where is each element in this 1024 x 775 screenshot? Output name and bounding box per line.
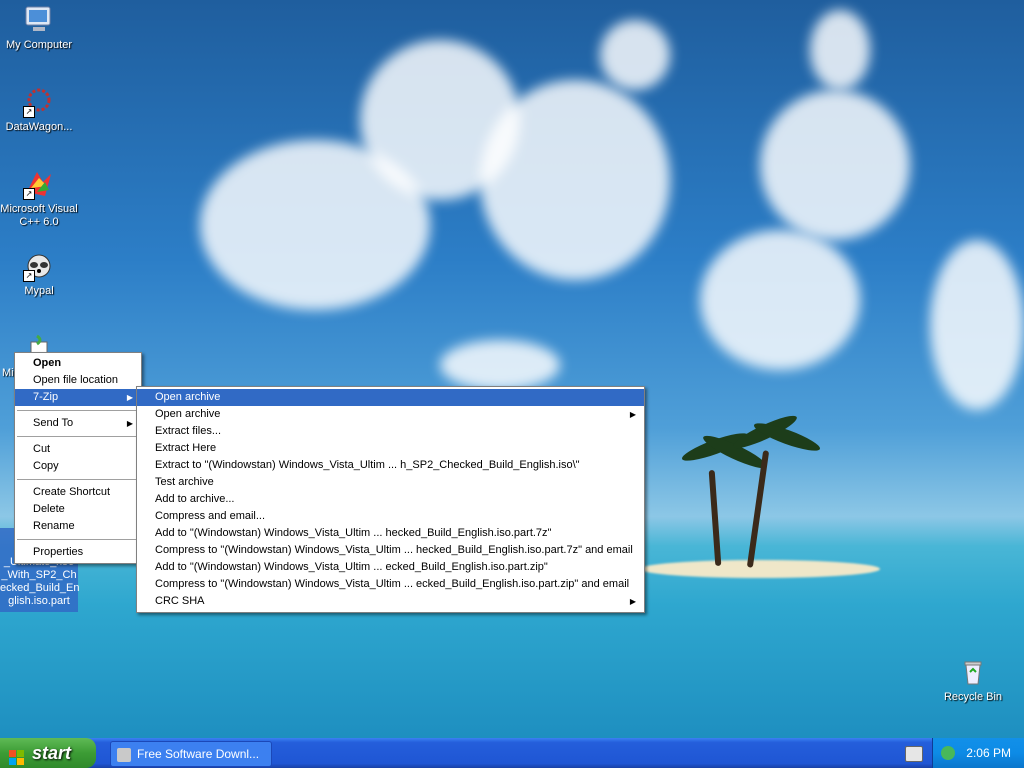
- menu-item-label: 7-Zip: [33, 391, 59, 403]
- submenu-item-extract-to[interactable]: Extract to "(Windowstan) Windows_Vista_U…: [137, 457, 644, 474]
- menu-separator: [17, 539, 139, 540]
- icon-label: Microsoft Visual C++ 6.0: [0, 203, 78, 228]
- icon-label: Recycle Bin: [943, 691, 1003, 703]
- submenu-arrow-icon: ▶: [126, 393, 133, 402]
- context-menu: Open Open file location 7-Zip ▶ Send To ▶ …: [14, 352, 142, 564]
- shortcut-arrow-icon: ↗: [23, 106, 35, 118]
- computer-icon: [23, 4, 55, 36]
- submenu-item-compress-zip-email[interactable]: Compress to "(Windowstan) Windows_Vista_…: [137, 576, 644, 593]
- cloud: [760, 90, 910, 240]
- menu-item-label: Send To: [33, 417, 74, 429]
- menu-item-open-file-location[interactable]: Open file location: [15, 372, 141, 389]
- menu-item-7zip[interactable]: 7-Zip ▶: [15, 389, 141, 406]
- submenu-item-test-archive[interactable]: Test archive: [137, 474, 644, 491]
- menu-separator: [17, 436, 139, 437]
- menu-item-create-shortcut[interactable]: Create Shortcut: [15, 484, 141, 501]
- shortcut-arrow-icon: ↗: [23, 270, 35, 282]
- submenu-arrow-icon: ▶: [629, 410, 636, 419]
- datawagon-logo-icon: ↗: [23, 86, 55, 118]
- icon-label: DataWagon...: [5, 121, 73, 133]
- browser-window-icon: [117, 747, 131, 762]
- icon-label: Mypal: [24, 285, 54, 297]
- system-tray: 2:06 PM: [932, 738, 1024, 768]
- menu-item-copy[interactable]: Copy: [15, 458, 141, 475]
- start-button[interactable]: start: [0, 738, 96, 768]
- menu-item-properties[interactable]: Properties: [15, 544, 141, 561]
- shortcut-arrow-icon: ↗: [23, 188, 35, 200]
- raccoon-icon: ↗: [23, 250, 55, 282]
- cloud: [810, 10, 870, 90]
- file-label-line: _With_SP2_Ch: [1, 569, 77, 581]
- 7zip-submenu: Open archive Open archive ▶ Extract files…: [136, 386, 645, 613]
- submenu-item-add-to-zip[interactable]: Add to "(Windowstan) Windows_Vista_Ultim…: [137, 559, 644, 576]
- submenu-item-extract-here[interactable]: Extract Here: [137, 440, 644, 457]
- recycle-bin-icon[interactable]: Recycle Bin: [934, 656, 1012, 704]
- menu-separator: [17, 479, 139, 480]
- menu-item-cut[interactable]: Cut: [15, 441, 141, 458]
- submenu-item-crc-sha[interactable]: CRC SHA ▶: [137, 593, 644, 610]
- network-icon[interactable]: [941, 746, 955, 760]
- taskbar-item-label: Free Software Downl...: [137, 747, 260, 761]
- menu-item-rename[interactable]: Rename: [15, 518, 141, 535]
- file-label-line: ecked_Build_En: [0, 582, 80, 594]
- cloud: [440, 340, 560, 390]
- island: [640, 560, 880, 578]
- cloud: [480, 80, 670, 280]
- submenu-item-add-to-archive[interactable]: Add to archive...: [137, 491, 644, 508]
- start-label: start: [32, 743, 72, 763]
- submenu-item-open-archive-more[interactable]: Open archive ▶: [137, 406, 644, 423]
- menu-item-open[interactable]: Open: [15, 355, 141, 372]
- visual-cpp-icon[interactable]: ↗ Microsoft Visual C++ 6.0: [0, 168, 78, 229]
- file-label-line: glish.iso.part: [8, 595, 70, 607]
- menu-item-send-to[interactable]: Send To ▶: [15, 415, 141, 432]
- windows-logo-icon: [9, 745, 25, 765]
- keyboard-icon[interactable]: [905, 746, 923, 762]
- menu-item-label: CRC SHA: [155, 595, 205, 607]
- submenu-arrow-icon: ▶: [629, 597, 636, 606]
- submenu-item-extract-files[interactable]: Extract files...: [137, 423, 644, 440]
- submenu-arrow-icon: ▶: [126, 419, 133, 428]
- datawagon-icon[interactable]: ↗ DataWagon...: [0, 86, 78, 134]
- submenu-item-open-archive[interactable]: Open archive: [137, 389, 644, 406]
- submenu-item-compress-and-email[interactable]: Compress and email...: [137, 508, 644, 525]
- my-computer-icon[interactable]: My Computer: [0, 4, 78, 52]
- submenu-item-compress-7z-email[interactable]: Compress to "(Windowstan) Windows_Vista_…: [137, 542, 644, 559]
- clock[interactable]: 2:06 PM: [966, 738, 1011, 768]
- icon-label: My Computer: [5, 39, 73, 51]
- cloud: [700, 230, 860, 370]
- cloud: [600, 20, 670, 90]
- cloud: [930, 240, 1024, 410]
- taskbar: start Free Software Downl... 2:06 PM: [0, 738, 1024, 768]
- menu-item-label: Open archive: [155, 408, 221, 420]
- menu-separator: [17, 410, 139, 411]
- submenu-item-add-to-7z[interactable]: Add to "(Windowstan) Windows_Vista_Ultim…: [137, 525, 644, 542]
- palm-tree: [708, 469, 722, 567]
- trash-icon: [957, 656, 989, 688]
- desktop[interactable]: My Computer ↗ DataWagon... ↗ Microsoft V…: [0, 0, 1024, 738]
- taskbar-item-browser[interactable]: Free Software Downl...: [110, 741, 272, 767]
- mypal-icon[interactable]: ↗ Mypal: [0, 250, 78, 298]
- visual-studio-icon: ↗: [23, 168, 55, 200]
- menu-item-delete[interactable]: Delete: [15, 501, 141, 518]
